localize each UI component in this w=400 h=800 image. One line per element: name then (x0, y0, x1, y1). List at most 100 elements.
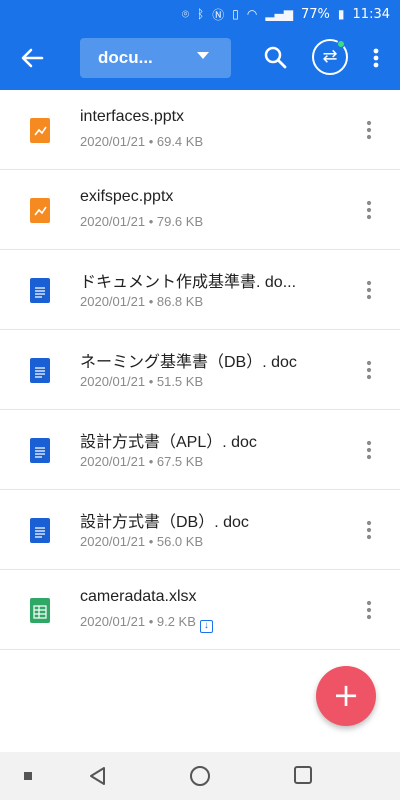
pptx-glyph-icon (34, 206, 47, 216)
more-vert-icon (366, 600, 372, 620)
more-vert-icon (366, 360, 372, 380)
nav-home-button[interactable] (190, 766, 210, 786)
more-vert-icon (366, 520, 372, 540)
file-name: interfaces.pptx (80, 108, 185, 125)
signal-icon: ▂▄▆ (265, 7, 294, 21)
file-row[interactable]: interfaces.pptx 2020/01/21 • 69.4 KB (0, 90, 400, 170)
file-size: 69.4 KB (156, 134, 204, 149)
doc-file-icon (30, 438, 50, 463)
nfc-icon: Ⓝ (212, 7, 225, 22)
file-meta: 2020/01/21 • 79.6 KB (80, 214, 203, 229)
file-size: 67.5 KB (156, 454, 204, 469)
file-row[interactable]: ドキュメント作成基準書. do... 2020/01/21 • 86.8 KB (0, 250, 400, 330)
xlsx-glyph-icon (33, 605, 47, 619)
file-options-button[interactable] (360, 596, 378, 624)
file-date: 2020/01/21 (80, 614, 146, 629)
plus-icon: + (332, 676, 360, 714)
search-icon (264, 46, 287, 69)
doc-glyph-icon (35, 527, 45, 538)
file-size: 9.2 KB (156, 614, 196, 629)
file-meta: 2020/01/21 • 51.5 KB (80, 374, 203, 389)
sync-button[interactable]: ⇄ (312, 39, 348, 75)
file-list: interfaces.pptx 2020/01/21 • 69.4 KB exifs… (0, 90, 400, 650)
file-size: 51.5 KB (156, 374, 204, 389)
more-vert-icon (373, 48, 379, 68)
back-button[interactable] (16, 42, 48, 74)
file-size: 56.0 KB (156, 534, 204, 549)
file-name: ドキュメント作成基準書. do... (80, 274, 297, 291)
file-meta: 2020/01/21 • 86.8 KB (80, 294, 203, 309)
chevron-down-icon (197, 52, 209, 59)
clock: 11:34 (352, 6, 390, 22)
meta-separator: • (145, 214, 157, 229)
more-vert-icon (366, 440, 372, 460)
doc-file-icon (30, 358, 50, 383)
file-row[interactable]: 設計方式書（DB）. doc 2020/01/21 • 56.0 KB (0, 490, 400, 570)
folder-name: docu... (98, 48, 153, 67)
more-vert-icon (366, 200, 372, 220)
nav-menu-icon[interactable] (24, 772, 32, 780)
doc-glyph-icon (35, 287, 45, 298)
file-options-button[interactable] (360, 196, 378, 224)
sync-status-dot (337, 40, 345, 48)
arrow-back-icon (21, 48, 44, 68)
nav-back-button[interactable] (88, 766, 108, 786)
meta-separator: • (145, 134, 157, 149)
location-icon: ⌾ (181, 6, 190, 21)
doc-file-icon (30, 278, 50, 303)
file-date: 2020/01/21 (80, 534, 146, 549)
meta-separator: • (145, 294, 157, 309)
file-meta: 2020/01/21 • 69.4 KB (80, 134, 203, 149)
bluetooth-icon: ᛒ (197, 7, 205, 21)
file-options-button[interactable] (360, 516, 378, 544)
search-button[interactable] (262, 44, 288, 70)
file-options-button[interactable] (360, 276, 378, 304)
meta-separator: • (145, 614, 157, 629)
app-bar: docu... ⇄ (0, 28, 400, 90)
file-date: 2020/01/21 (80, 134, 146, 149)
file-options-button[interactable] (360, 116, 378, 144)
xlsx-file-icon (30, 598, 50, 623)
file-date: 2020/01/21 (80, 294, 146, 309)
battery-percent: 77% (301, 6, 330, 22)
doc-glyph-icon (35, 367, 45, 378)
downloaded-icon: ↓ (199, 620, 213, 633)
overflow-menu-button[interactable] (366, 42, 386, 74)
pptx-file-icon (30, 118, 50, 143)
pptx-glyph-icon (34, 126, 47, 136)
triangle-back-icon (90, 767, 105, 785)
folder-dropdown[interactable]: docu... (80, 38, 231, 78)
file-meta: 2020/01/21 • 56.0 KB (80, 534, 203, 549)
file-meta: 2020/01/21 • 9.2 KB ↓ (80, 614, 213, 633)
file-name: 設計方式書（APL）. doc (80, 434, 257, 451)
meta-separator: • (145, 454, 157, 469)
file-date: 2020/01/21 (80, 454, 146, 469)
file-date: 2020/01/21 (80, 374, 146, 389)
system-nav-bar (0, 752, 400, 800)
file-name: exifspec.pptx (80, 188, 174, 205)
file-meta: 2020/01/21 • 67.5 KB (80, 454, 203, 469)
battery-icon: ▮ (337, 7, 345, 21)
more-vert-icon (366, 120, 372, 140)
pptx-file-icon (30, 198, 50, 223)
file-options-button[interactable] (360, 436, 378, 464)
file-row[interactable]: exifspec.pptx 2020/01/21 • 79.6 KB (0, 170, 400, 250)
file-name: 設計方式書（DB）. doc (80, 514, 249, 531)
file-options-button[interactable] (360, 356, 378, 384)
doc-glyph-icon (35, 447, 45, 458)
nav-recents-button[interactable] (294, 766, 312, 784)
more-vert-icon (366, 280, 372, 300)
wifi-icon: ◠ (246, 7, 258, 21)
file-row[interactable]: ネーミング基準書（DB）. doc 2020/01/21 • 51.5 KB (0, 330, 400, 410)
file-row[interactable]: cameradata.xlsx 2020/01/21 • 9.2 KB ↓ (0, 570, 400, 650)
meta-separator: • (145, 534, 157, 549)
doc-file-icon (30, 518, 50, 543)
file-row[interactable]: 設計方式書（APL）. doc 2020/01/21 • 67.5 KB (0, 410, 400, 490)
status-bar: ⌾ ᛒ Ⓝ ▯ ◠ ▂▄▆ 77% ▮ 11:34 (0, 0, 400, 28)
add-button[interactable]: + (316, 666, 376, 726)
file-size: 86.8 KB (156, 294, 204, 309)
vibrate-icon: ▯ (232, 7, 239, 21)
file-size: 79.6 KB (156, 214, 204, 229)
sync-icon: ⇄ (322, 46, 338, 67)
meta-separator: • (145, 374, 157, 389)
